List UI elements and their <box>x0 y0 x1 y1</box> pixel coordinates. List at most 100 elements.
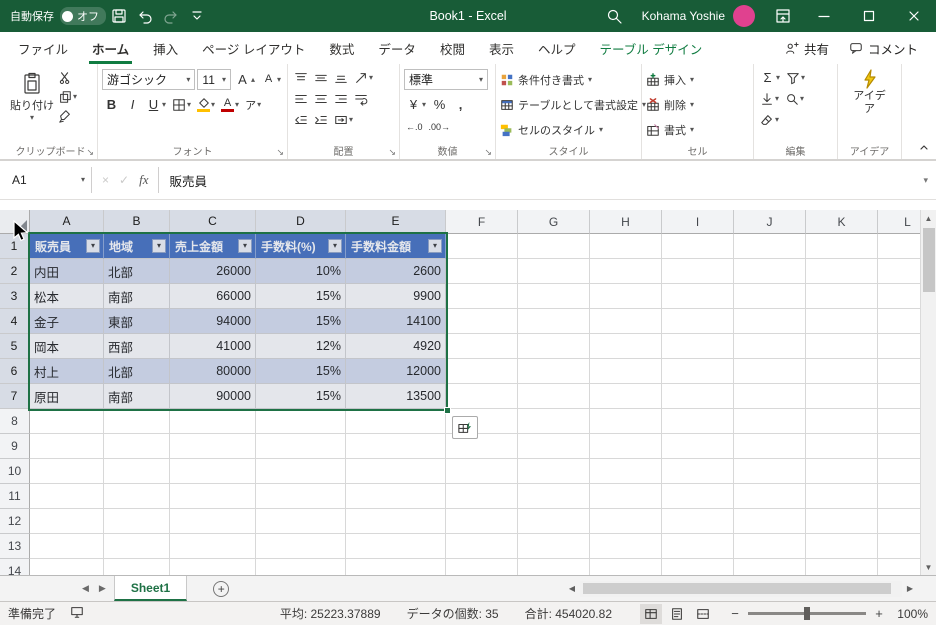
cell-H5[interactable] <box>590 334 662 359</box>
filter-dropdown-button[interactable]: ▾ <box>86 239 100 253</box>
cell-L6[interactable] <box>878 359 920 384</box>
cell-L11[interactable] <box>878 484 920 509</box>
column-header-I[interactable]: I <box>662 210 734 234</box>
save-button[interactable] <box>106 0 132 32</box>
cell-E3[interactable]: 9900 <box>346 284 446 309</box>
cell-G6[interactable] <box>518 359 590 384</box>
format-as-table-button[interactable]: テーブルとして書式設定 ▾ <box>500 92 646 117</box>
cell-D1[interactable]: 手数料(%) ▾ <box>256 234 346 259</box>
cell-D13[interactable] <box>256 534 346 559</box>
cell-I13[interactable] <box>662 534 734 559</box>
cell-K12[interactable] <box>806 509 878 534</box>
select-all-corner[interactable] <box>0 210 30 234</box>
row-header-2[interactable]: 2 <box>0 259 30 284</box>
italic-button[interactable]: I <box>123 97 142 112</box>
cell-D11[interactable] <box>256 484 346 509</box>
cell-A9[interactable] <box>30 434 104 459</box>
cell-L1[interactable] <box>878 234 920 259</box>
cell-D6[interactable]: 15% <box>256 359 346 384</box>
row-header-5[interactable]: 5 <box>0 334 30 359</box>
cell-A13[interactable] <box>30 534 104 559</box>
cell-J3[interactable] <box>734 284 806 309</box>
collapse-ribbon-button[interactable] <box>918 141 930 156</box>
conditional-formatting-button[interactable]: 条件付き書式 ▾ <box>500 67 592 92</box>
increase-decimal-button[interactable]: ←.0 <box>404 121 425 133</box>
previous-sheet-button[interactable]: ◀ <box>82 583 89 594</box>
cell-B6[interactable]: 北部 <box>104 359 170 384</box>
bold-button[interactable]: B <box>102 97 121 112</box>
cell-H10[interactable] <box>590 459 662 484</box>
phonetic-guide-button[interactable]: ア ▾ <box>243 96 263 114</box>
autosum-button[interactable]: Σ ▾ <box>758 70 782 85</box>
font-dialog-launcher[interactable]: ↘ <box>276 147 284 158</box>
cell-E5[interactable]: 4920 <box>346 334 446 359</box>
cell-D7[interactable]: 15% <box>256 384 346 409</box>
cell-E14[interactable] <box>346 559 446 575</box>
cell-G9[interactable] <box>518 434 590 459</box>
cell-C13[interactable] <box>170 534 256 559</box>
cell-I4[interactable] <box>662 309 734 334</box>
cell-J4[interactable] <box>734 309 806 334</box>
cell-B12[interactable] <box>104 509 170 534</box>
column-header-J[interactable]: J <box>734 210 806 234</box>
cell-B8[interactable] <box>104 409 170 434</box>
sheet-tab-sheet1[interactable]: Sheet1 <box>113 576 188 601</box>
clear-button[interactable]: ▾ <box>758 112 781 128</box>
cell-J5[interactable] <box>734 334 806 359</box>
cell-E1[interactable]: 手数料金額 ▾ <box>346 234 446 259</box>
cell-K7[interactable] <box>806 384 878 409</box>
cell-K6[interactable] <box>806 359 878 384</box>
expand-formula-bar-button[interactable]: ▾ <box>915 175 936 186</box>
cell-L9[interactable] <box>878 434 920 459</box>
cell-K1[interactable] <box>806 234 878 259</box>
sort-filter-button[interactable]: ▾ <box>784 70 807 86</box>
page-break-view-button[interactable] <box>692 604 714 624</box>
cell-A12[interactable] <box>30 509 104 534</box>
cell-D8[interactable] <box>256 409 346 434</box>
maximize-button[interactable] <box>846 0 891 32</box>
vertical-scrollbar-track[interactable] <box>921 292 936 559</box>
cell-C6[interactable]: 80000 <box>170 359 256 384</box>
cell-H1[interactable] <box>590 234 662 259</box>
insert-function-button[interactable]: fx <box>139 172 148 188</box>
cell-D9[interactable] <box>256 434 346 459</box>
cell-B13[interactable] <box>104 534 170 559</box>
autosave-toggle[interactable]: 自動保存 オフ <box>10 7 106 25</box>
cell-F12[interactable] <box>446 509 518 534</box>
cell-B11[interactable] <box>104 484 170 509</box>
cell-A4[interactable]: 金子 <box>30 309 104 334</box>
comments-button[interactable]: コメント <box>841 36 926 61</box>
horizontal-scrollbar[interactable]: ◀ ▶ <box>564 576 936 601</box>
cell-H13[interactable] <box>590 534 662 559</box>
scroll-left-button[interactable]: ◀ <box>564 581 580 597</box>
cell-F7[interactable] <box>446 384 518 409</box>
cell-D2[interactable]: 10% <box>256 259 346 284</box>
cell-B7[interactable]: 南部 <box>104 384 170 409</box>
formula-input[interactable]: 販売員 <box>159 171 915 190</box>
cell-E8[interactable] <box>346 409 446 434</box>
cell-A7[interactable]: 原田 <box>30 384 104 409</box>
cell-C10[interactable] <box>170 459 256 484</box>
cell-A11[interactable] <box>30 484 104 509</box>
cell-F13[interactable] <box>446 534 518 559</box>
tab-page-layout[interactable]: ページ レイアウト <box>190 32 317 64</box>
cell-A2[interactable]: 内田 <box>30 259 104 284</box>
cell-F2[interactable] <box>446 259 518 284</box>
align-left-button[interactable] <box>292 91 310 107</box>
cell-C12[interactable] <box>170 509 256 534</box>
underline-button[interactable]: U ▾ <box>144 97 168 112</box>
cell-G14[interactable] <box>518 559 590 575</box>
cell-D12[interactable] <box>256 509 346 534</box>
cell-D3[interactable]: 15% <box>256 284 346 309</box>
fill-handle[interactable] <box>444 407 451 414</box>
undo-button[interactable] <box>132 0 158 32</box>
cell-G10[interactable] <box>518 459 590 484</box>
cell-J8[interactable] <box>734 409 806 434</box>
cell-E7[interactable]: 13500 <box>346 384 446 409</box>
clipboard-dialog-launcher[interactable]: ↘ <box>86 147 94 158</box>
format-cells-button[interactable]: 書式 ▾ <box>646 117 694 142</box>
cell-K11[interactable] <box>806 484 878 509</box>
cell-C2[interactable]: 26000 <box>170 259 256 284</box>
percent-format-button[interactable]: % <box>430 97 449 112</box>
column-header-L[interactable]: L <box>878 210 920 234</box>
